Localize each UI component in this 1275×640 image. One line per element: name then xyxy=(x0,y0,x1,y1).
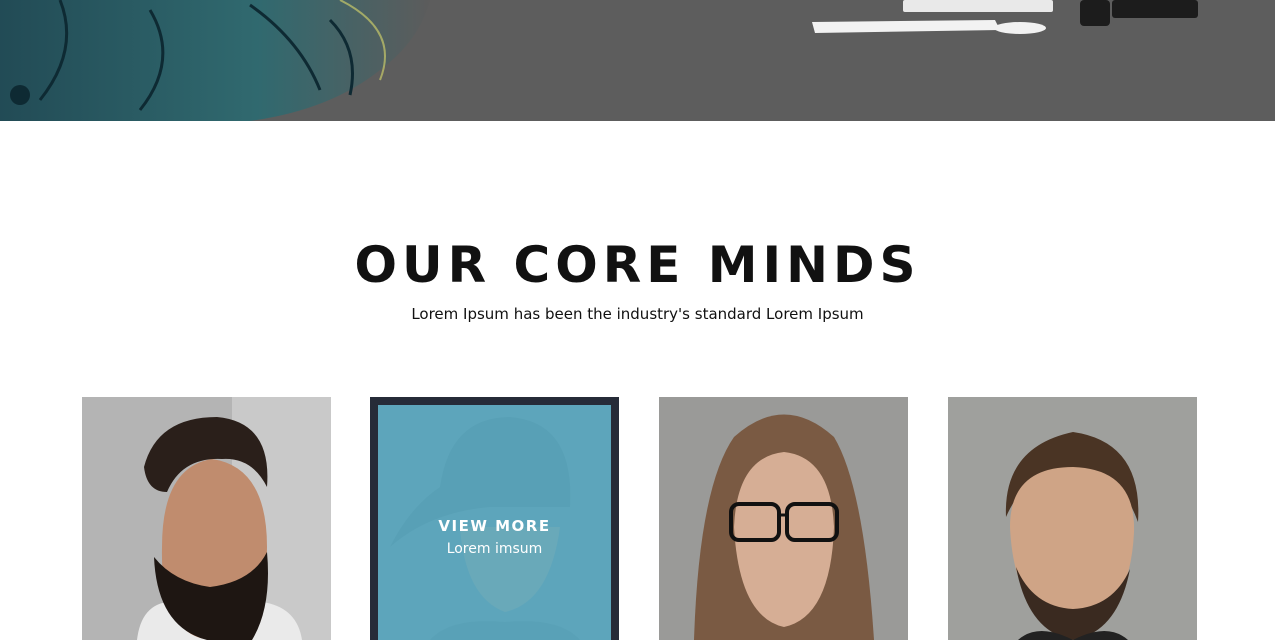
bearded-man-photo xyxy=(82,397,331,640)
hero-banner xyxy=(0,0,1275,121)
team-card-highlighted[interactable]: VIEW MORE Lorem imsum xyxy=(370,397,619,640)
view-more-overlay[interactable]: VIEW MORE Lorem imsum xyxy=(378,405,611,640)
team-card[interactable] xyxy=(948,397,1197,640)
section-title: OUR CORE MINDS xyxy=(354,236,921,294)
hero-image xyxy=(0,0,1275,121)
view-more-link[interactable]: VIEW MORE xyxy=(438,517,550,535)
man-with-short-beard-photo xyxy=(948,397,1197,640)
view-more-subtext: Lorem imsum xyxy=(446,540,543,557)
team-card[interactable] xyxy=(659,397,908,640)
team-card[interactable] xyxy=(82,397,331,640)
section-subtitle: Lorem Ipsum has been the industry's stan… xyxy=(411,305,864,323)
woman-with-glasses-photo xyxy=(659,397,908,640)
